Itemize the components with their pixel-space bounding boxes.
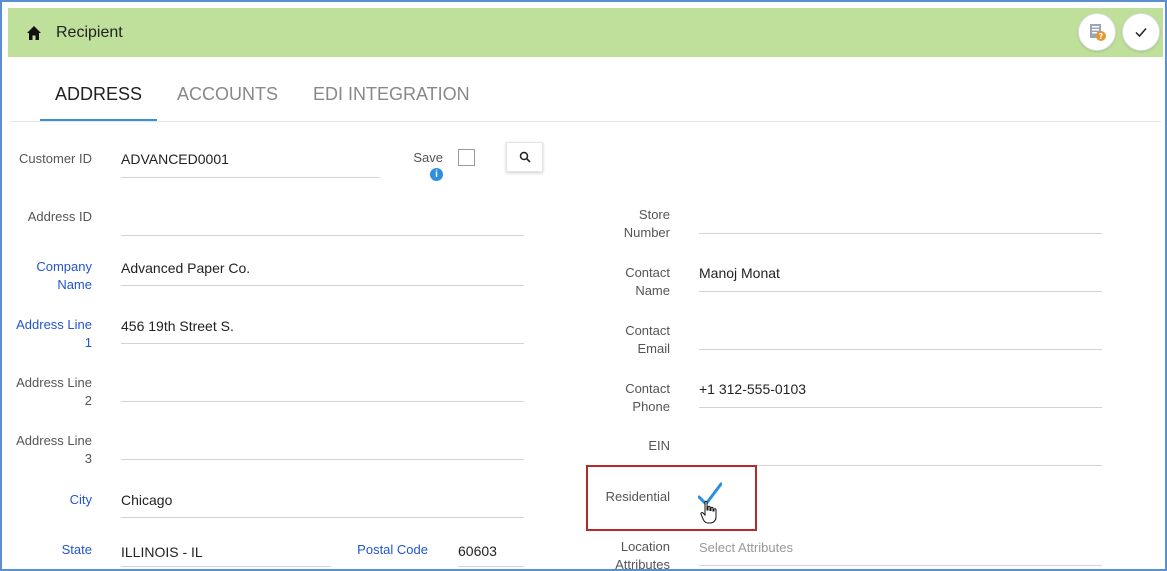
contact-phone-value[interactable]: +1 312-555-0103 bbox=[699, 381, 806, 397]
state-field[interactable] bbox=[121, 566, 331, 567]
address-line1-field[interactable] bbox=[121, 343, 524, 344]
city-value[interactable]: Chicago bbox=[121, 492, 172, 508]
address-line3-field[interactable] bbox=[121, 459, 524, 460]
postal-code-value[interactable]: 60603 bbox=[458, 543, 497, 559]
contact-name-field[interactable] bbox=[699, 291, 1102, 292]
contact-phone-label: Contact Phone bbox=[625, 381, 670, 414]
store-number-field[interactable] bbox=[699, 233, 1102, 234]
address-line2-label: Address Line 2 bbox=[16, 375, 92, 408]
customer-id-label: Customer ID bbox=[19, 151, 92, 166]
page-title: Recipient bbox=[56, 24, 123, 41]
company-name-field[interactable] bbox=[121, 285, 524, 286]
svg-text:?: ? bbox=[1099, 32, 1104, 41]
home-icon[interactable] bbox=[26, 25, 42, 41]
tab-accounts[interactable]: ACCOUNTS bbox=[177, 84, 278, 105]
ein-label: EIN bbox=[648, 438, 670, 453]
help-button[interactable]: ? bbox=[1078, 13, 1116, 51]
city-field[interactable] bbox=[121, 517, 524, 518]
store-number-label: Store Number bbox=[623, 207, 670, 240]
postal-code-label: Postal Code bbox=[357, 542, 428, 557]
address-line1-label: Address Line 1 bbox=[16, 317, 92, 350]
check-icon bbox=[1135, 28, 1147, 38]
state-label: State bbox=[61, 542, 92, 557]
save-checkbox[interactable] bbox=[458, 149, 475, 166]
info-icon[interactable]: i bbox=[430, 168, 443, 181]
hand-pointer-icon bbox=[700, 500, 717, 524]
contact-name-value[interactable]: Manoj Monat bbox=[699, 265, 780, 281]
address-line3-label: Address Line 3 bbox=[16, 433, 92, 466]
city-label: City bbox=[69, 492, 92, 507]
customer-id-field[interactable] bbox=[121, 177, 380, 178]
location-attributes-select[interactable]: Select Attributes bbox=[699, 540, 793, 555]
ein-field[interactable] bbox=[699, 465, 1102, 466]
customer-id-value[interactable]: ADVANCED0001 bbox=[121, 151, 229, 167]
contact-email-field[interactable] bbox=[699, 349, 1102, 350]
tab-edi-integration[interactable]: EDI INTEGRATION bbox=[313, 84, 470, 105]
state-value[interactable]: ILLINOIS - IL bbox=[121, 544, 203, 560]
company-name-value[interactable]: Advanced Paper Co. bbox=[121, 260, 250, 276]
postal-code-field[interactable] bbox=[458, 566, 524, 567]
help-document-icon: ? bbox=[1090, 24, 1106, 41]
tab-address[interactable]: ADDRESS bbox=[55, 84, 142, 105]
address-line1-value[interactable]: 456 19th Street S. bbox=[121, 318, 234, 334]
company-name-label: Company Name bbox=[36, 259, 92, 292]
address-line2-field[interactable] bbox=[121, 401, 524, 402]
address-id-label: Address ID bbox=[27, 209, 92, 224]
location-attributes-field[interactable] bbox=[699, 565, 1102, 566]
contact-email-label: Contact Email bbox=[625, 323, 670, 356]
tabs-divider bbox=[10, 121, 1161, 122]
save-label: Save bbox=[413, 150, 443, 165]
search-button[interactable] bbox=[506, 142, 543, 172]
location-attributes-label: Location Attributes bbox=[615, 539, 670, 571]
app-window: Recipient ? ADDRESS ACCOUNTS EDI INTEGRA… bbox=[0, 0, 1167, 571]
search-icon bbox=[519, 151, 531, 163]
residential-label: Residential bbox=[605, 489, 670, 504]
confirm-button[interactable] bbox=[1122, 13, 1160, 51]
contact-phone-field[interactable] bbox=[699, 407, 1102, 408]
header-bar: Recipient ? bbox=[8, 8, 1163, 57]
address-id-field[interactable] bbox=[121, 235, 524, 236]
contact-name-label: Contact Name bbox=[625, 265, 670, 298]
